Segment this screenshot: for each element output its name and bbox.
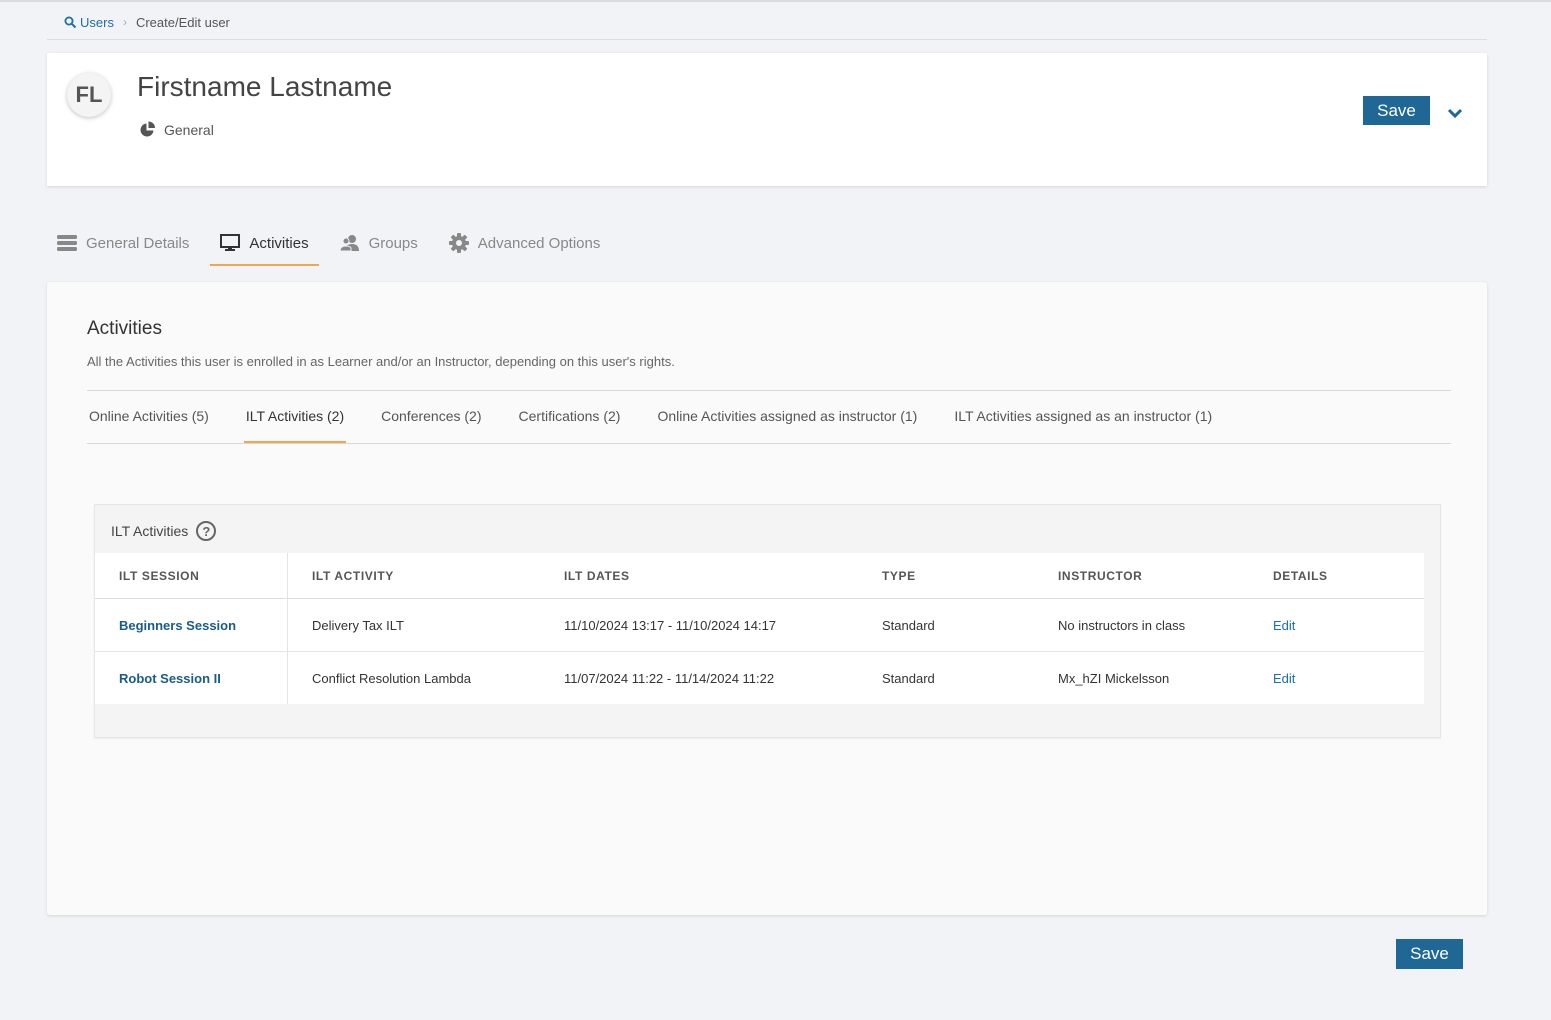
activities-description: All the Activities this user is enrolled… [87,354,675,369]
col-instructor: INSTRUCTOR [1034,553,1249,599]
help-icon[interactable]: ? [196,521,217,541]
tab-activities[interactable]: Activities [210,222,319,266]
chevron-down-icon [1447,108,1463,118]
subtab-certifications[interactable]: Certifications (2) [517,391,623,443]
subtab-online-activities[interactable]: Online Activities (5) [87,391,211,443]
breadcrumb: Users › Create/Edit user [64,12,230,32]
subtab-online-activities-instructor[interactable]: Online Activities assigned as instructor… [655,391,919,443]
col-type: TYPE [858,553,1034,599]
edit-link[interactable]: Edit [1273,618,1295,633]
avatar: FL [67,73,111,117]
instructor-cell: Mx_hZI Mickelsson [1058,670,1170,686]
users-icon [339,235,359,252]
chevron-right-icon: › [122,15,127,29]
activities-panel: Activities All the Activities this user … [47,282,1487,915]
details-cell: Edit [1249,598,1424,652]
gear-icon [448,233,469,253]
tab-advanced-options[interactable]: Advanced Options [439,222,611,266]
subtab-conferences[interactable]: Conferences (2) [379,391,483,443]
table-header-row: ILT SESSION ILT ACTIVITY ILT DATES TYPE … [95,553,1424,599]
activities-title: Activities [87,318,162,339]
save-button-bottom[interactable]: Save [1396,939,1463,969]
tab-groups-label: Groups [368,234,418,252]
dates-cell: 11/07/2024 11:22 - 11/14/2024 11:22 [564,670,775,686]
pie-chart-icon [140,121,155,137]
dates-cell: 11/10/2024 13:17 - 11/10/2024 14:17 [540,598,858,652]
top-border [0,0,1551,2]
main-tabs: General Details Activities Groups Advanc… [47,222,621,266]
breadcrumb-users-label: Users [80,14,114,30]
details-cell: Edit [1249,652,1424,705]
list-icon [57,235,77,251]
monitor-icon [220,234,241,251]
search-icon [64,16,77,28]
tab-activities-label: Activities [249,234,309,252]
subtab-ilt-activities-instructor[interactable]: ILT Activities assigned as an instructor… [952,391,1214,443]
ilt-activities-heading: ILT Activities ? [111,521,217,541]
instructor-cell: No instructors in class [1034,598,1249,652]
session-cell: Robot Session II [95,651,288,704]
type-cell: Standard [858,598,1034,652]
col-ilt-session: ILT SESSION [95,553,288,599]
col-details: DETAILS [1249,553,1424,599]
type-cell: Standard [882,670,935,686]
ilt-activities-table: ILT SESSION ILT ACTIVITY ILT DATES TYPE … [95,553,1424,704]
save-button[interactable]: Save [1363,96,1430,125]
ilt-activities-heading-label: ILT Activities [111,523,189,539]
breadcrumb-users-link[interactable]: Users [64,15,114,30]
session-link[interactable]: Beginners Session [119,618,236,633]
table-row: Beginners Session Delivery Tax ILT 11/10… [95,598,1424,652]
user-name: Firstname Lastname [137,71,393,102]
edit-link[interactable]: Edit [1273,671,1295,686]
table-row: Robot Session II Conflict Resolution Lam… [95,651,1424,705]
subtab-ilt-activities[interactable]: ILT Activities (2) [243,391,347,443]
breadcrumb-divider [47,39,1487,40]
user-header-card: FL Firstname Lastname General Save [47,53,1487,186]
col-ilt-activity: ILT ACTIVITY [287,553,540,599]
tab-general-details[interactable]: General Details [47,222,199,266]
user-type: General [139,121,214,138]
activity-cell: Delivery Tax ILT [287,598,540,652]
tab-groups[interactable]: Groups [330,222,428,266]
activity-sub-tabs: Online Activities (5) ILT Activities (2)… [87,390,1451,444]
session-link[interactable]: Robot Session II [119,671,221,686]
ilt-activities-table-container: ILT Activities ? ILT SESSION ILT ACTIVIT… [94,504,1441,738]
session-cell: Beginners Session [95,598,288,652]
breadcrumb-current: Create/Edit user [135,14,230,30]
activity-cell: Conflict Resolution Lambda [312,670,471,686]
user-type-label: General [164,121,214,138]
save-options-toggle[interactable] [1443,101,1467,125]
tab-advanced-options-label: Advanced Options [477,234,601,252]
tab-general-details-label: General Details [86,234,190,252]
col-ilt-dates: ILT DATES [540,553,858,599]
